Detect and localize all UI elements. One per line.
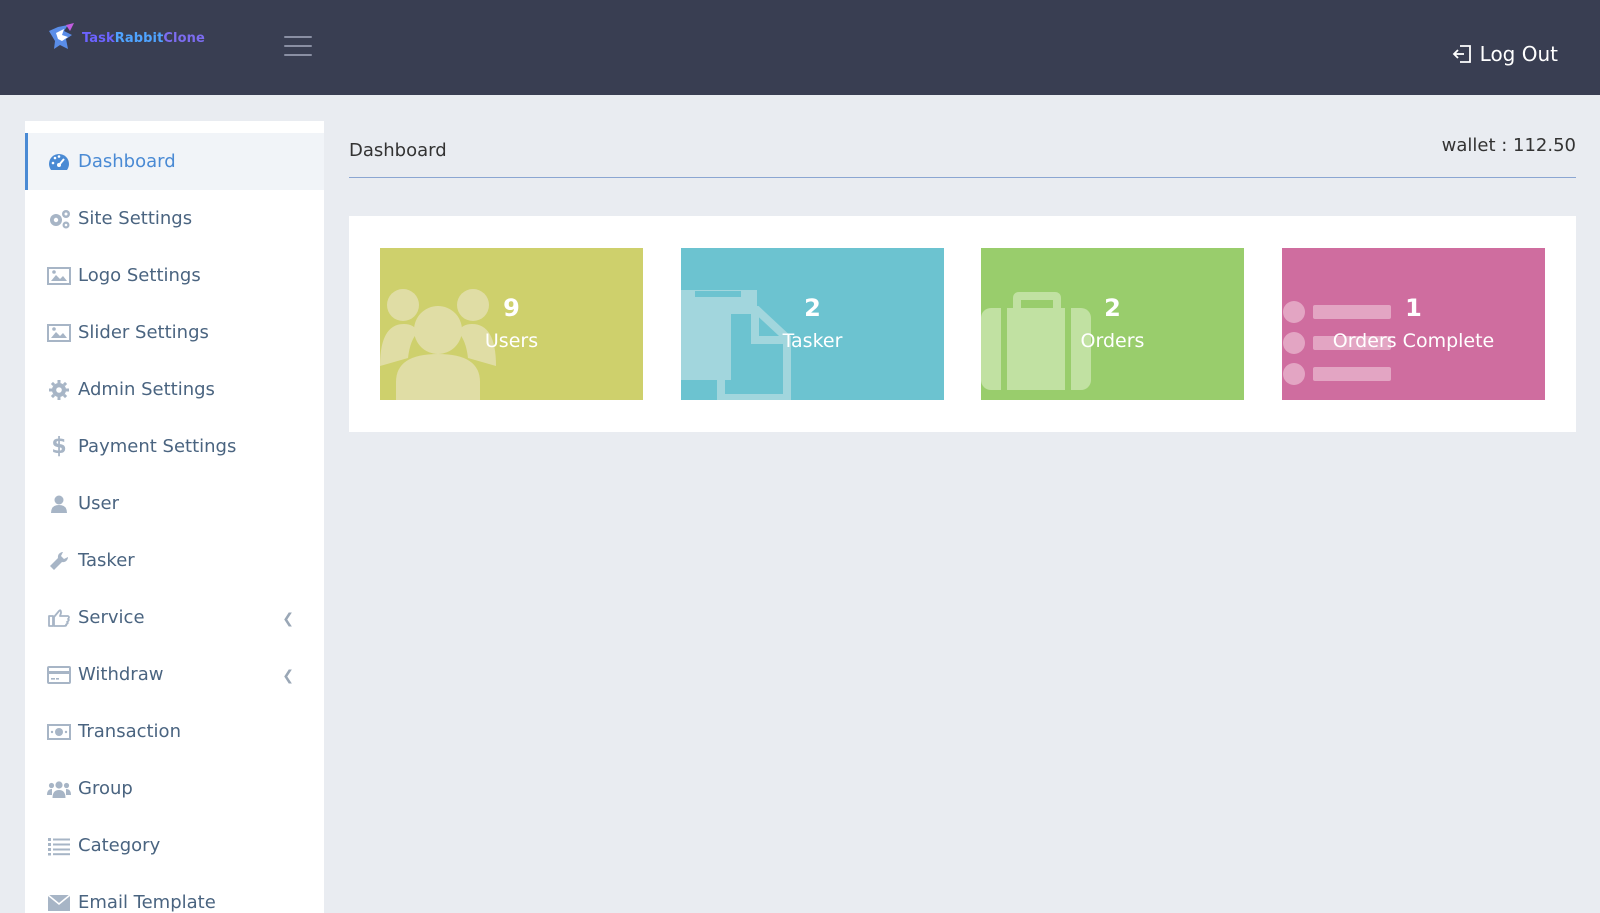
stat-count: 2 — [804, 294, 821, 322]
sidebar-item-tasker[interactable]: Tasker — [25, 532, 324, 589]
page-title: Dashboard — [349, 140, 447, 161]
sidebar-item-label: Transaction — [78, 721, 181, 742]
sidebar-item-label: Category — [78, 835, 161, 856]
money-icon — [47, 721, 71, 743]
sidebar-item-logo-settings[interactable]: Logo Settings — [25, 247, 324, 304]
sidebar-item-label: Service — [78, 607, 145, 628]
users-icon — [47, 778, 71, 800]
stat-label: Users — [484, 330, 539, 352]
sidebar-item-email-template[interactable]: Email Template — [25, 874, 324, 913]
stat-card-orders-complete[interactable]: 1 Orders Complete — [1282, 248, 1545, 400]
stat-card-users[interactable]: 9 Users — [380, 248, 643, 400]
rabbit-logo-icon — [46, 23, 76, 53]
sidebar-item-label: Payment Settings — [78, 436, 237, 457]
list-icon — [47, 835, 71, 857]
sidebar-item-dashboard[interactable]: Dashboard — [25, 133, 324, 190]
briefcase-icon — [981, 292, 1091, 390]
stat-label: Orders — [1080, 330, 1145, 352]
dollar-icon: $ — [51, 434, 67, 459]
chevron-left-icon[interactable]: ❮ — [282, 668, 294, 684]
sidebar-item-group[interactable]: Group — [25, 760, 324, 817]
image-icon — [47, 265, 71, 287]
hand-point-icon — [47, 607, 71, 629]
list-icon — [1283, 301, 1391, 385]
dashboard-icon — [47, 151, 71, 173]
sidebar-item-label: Slider Settings — [78, 322, 209, 343]
stat-label: Orders Complete — [1332, 330, 1495, 352]
sidebar-item-label: Tasker — [78, 550, 135, 571]
stat-card-tasker[interactable]: 2 Tasker — [681, 248, 944, 400]
sidebar-item-label: Site Settings — [78, 208, 193, 229]
stat-count: 1 — [1405, 294, 1422, 322]
title-divider — [349, 177, 1576, 178]
gear-icon — [47, 379, 71, 401]
sidebar-item-slider-settings[interactable]: Slider Settings — [25, 304, 324, 361]
logout-label: Log Out — [1479, 42, 1558, 66]
stat-label: Tasker — [782, 330, 843, 352]
gears-icon — [47, 208, 71, 230]
wrench-icon — [47, 550, 71, 572]
menu-toggle-icon[interactable] — [284, 36, 312, 58]
stats-panel: 9 Users 2 Tasker 2 Orders 1 Orders Compl… — [349, 216, 1576, 432]
sidebar-item-payment-settings[interactable]: $ Payment Settings — [25, 418, 324, 475]
sign-out-icon — [1452, 45, 1471, 63]
sidebar-item-label: Logo Settings — [78, 265, 201, 286]
sidebar-item-user[interactable]: User — [25, 475, 324, 532]
envelope-icon — [47, 892, 71, 913]
user-icon — [47, 493, 71, 515]
stat-count: 9 — [503, 294, 520, 322]
stat-count: 2 — [1104, 294, 1121, 322]
sidebar: Dashboard Site Settings Logo Settings Sl… — [25, 121, 324, 913]
sidebar-item-label: Dashboard — [78, 151, 176, 172]
sidebar-item-label: Admin Settings — [78, 379, 215, 400]
sidebar-item-site-settings[interactable]: Site Settings — [25, 190, 324, 247]
sidebar-item-label: User — [78, 493, 120, 514]
credit-card-icon — [47, 664, 71, 686]
sidebar-item-transaction[interactable]: Transaction — [25, 703, 324, 760]
top-navbar: TaskRabbitClone Log Out — [0, 0, 1600, 95]
wallet-balance: wallet : 112.50 — [1441, 135, 1576, 156]
sidebar-item-label: Email Template — [78, 892, 216, 913]
brand-logo[interactable]: TaskRabbitClone — [46, 22, 205, 54]
logout-button[interactable]: Log Out — [1452, 42, 1558, 66]
users-icon — [380, 289, 496, 400]
sidebar-item-admin-settings[interactable]: Admin Settings — [25, 361, 324, 418]
sidebar-item-label: Withdraw — [78, 664, 164, 685]
brand-name: TaskRabbitClone — [82, 30, 205, 46]
chevron-left-icon[interactable]: ❮ — [282, 611, 294, 627]
sidebar-item-withdraw[interactable]: Withdraw ❮ — [25, 646, 324, 703]
file-icon — [681, 290, 791, 400]
sidebar-item-category[interactable]: Category — [25, 817, 324, 874]
stat-card-orders[interactable]: 2 Orders — [981, 248, 1244, 400]
sidebar-item-label: Group — [78, 778, 133, 799]
sidebar-item-service[interactable]: Service ❮ — [25, 589, 324, 646]
image-icon — [47, 322, 71, 344]
